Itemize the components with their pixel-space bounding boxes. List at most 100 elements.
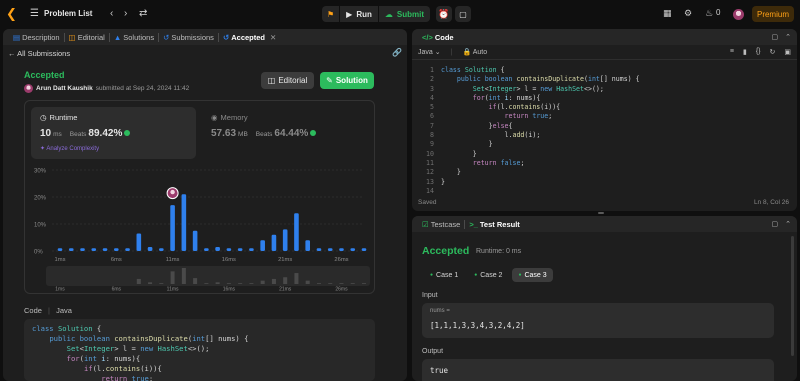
- tab-label: Testcase: [430, 219, 461, 229]
- analyze-complexity-link[interactable]: ✦ Analyze Complexity: [40, 145, 99, 152]
- run-button[interactable]: ▶ Run: [340, 6, 378, 22]
- code-lang: Java: [56, 306, 72, 315]
- y-tick-label: 30%: [34, 169, 47, 175]
- mini-bar: [249, 283, 254, 284]
- editorial-label: Editorial: [278, 76, 308, 85]
- notes-button[interactable]: ▢: [455, 6, 471, 22]
- shuffle-icon[interactable]: ⇄: [139, 8, 147, 20]
- terminal-icon: >_: [469, 219, 478, 229]
- output-box: true: [422, 359, 774, 381]
- mini-bar: [193, 278, 198, 284]
- chevron-right-icon[interactable]: ›: [124, 8, 127, 20]
- layout-grid-icon[interactable]: ▦: [663, 8, 672, 19]
- close-icon[interactable]: ✕: [270, 33, 276, 42]
- language-label: Java: [418, 49, 433, 56]
- bookmark-icon[interactable]: ▮: [743, 48, 747, 56]
- chart-bar: [339, 248, 344, 251]
- tab-solutions[interactable]: ▲ Solutions: [110, 29, 158, 45]
- mini-bar: [238, 283, 243, 284]
- marker-avatar-face: [170, 189, 175, 195]
- tab-testcase[interactable]: ☑ Testcase: [418, 216, 464, 232]
- list-icon[interactable]: ☰: [30, 8, 39, 20]
- run-label: Run: [356, 9, 372, 19]
- bug-icon: ⚑: [327, 9, 335, 19]
- leetcode-logo[interactable]: ❮: [6, 7, 18, 21]
- runtime-label-row: ◷ Runtime: [40, 113, 77, 122]
- chart-bar: [361, 248, 367, 251]
- gear-icon[interactable]: ⚙: [684, 8, 692, 19]
- memory-value: 57.63: [211, 128, 237, 139]
- timer-button[interactable]: ⏰: [436, 6, 452, 22]
- scrollbar[interactable]: [791, 236, 794, 356]
- mini-bar: [260, 280, 265, 284]
- memory-value-row: 57.63 MB Beats 64.44%: [211, 128, 317, 139]
- edit-icon: ✎: [326, 76, 333, 85]
- maximize-icon[interactable]: ▢: [772, 220, 779, 228]
- streak-count: 0: [716, 8, 721, 17]
- link-icon[interactable]: 🔗: [392, 48, 402, 57]
- user-avatar[interactable]: [733, 9, 744, 20]
- code-editor-text[interactable]: class Solution { public boolean contains…: [441, 66, 640, 187]
- run-submit-group: ⚑ ▶ Run ☁ Submit: [322, 6, 430, 22]
- case-tab-3[interactable]: ● Case 3: [512, 268, 553, 282]
- language-select[interactable]: Java ⌄: [418, 48, 441, 56]
- mini-chart-background: [46, 266, 370, 286]
- all-submissions-link[interactable]: ← All Submissions: [8, 49, 70, 58]
- history-icon: ↺: [222, 32, 230, 42]
- case-tab-2[interactable]: ● Case 2: [468, 268, 508, 282]
- mini-x-tick-label: 16ms: [223, 287, 236, 293]
- author-name[interactable]: Arun Datt Kaushik: [36, 85, 93, 92]
- submit-button[interactable]: ☁ Submit: [379, 6, 430, 22]
- submitted-time: submitted at Sep 24, 2024 11:42: [95, 85, 190, 92]
- submit-label: Submit: [396, 9, 424, 19]
- tab-code[interactable]: </> Code: [418, 29, 458, 45]
- chart-bar: [226, 248, 232, 251]
- editorial-button[interactable]: ◫ Editorial: [261, 72, 314, 89]
- auto-mode-toggle[interactable]: 🔒 Auto: [462, 48, 487, 56]
- note-icon: ▢: [459, 9, 467, 19]
- tab-submissions[interactable]: ↺ Submissions: [159, 29, 218, 45]
- mini-bar: [271, 278, 276, 284]
- runtime-distribution-chart[interactable]: 30% 20% 10% 0% 1ms 6ms 11ms 16ms 21ms 26ms 1ms 6ms 1…: [28, 164, 372, 292]
- fire-icon[interactable]: ♨: [705, 8, 713, 19]
- chevron-up-icon[interactable]: ⌃: [785, 220, 791, 228]
- format-icon[interactable]: ≡: [730, 48, 734, 56]
- clock-icon: ◷: [40, 113, 47, 122]
- output-value: true: [430, 366, 449, 375]
- mini-x-tick-label: 26ms: [335, 287, 348, 293]
- panel-resize-handle[interactable]: [598, 212, 604, 214]
- chevron-up-icon[interactable]: ⌃: [785, 33, 791, 41]
- chart-bar: [237, 248, 243, 251]
- problem-list-title[interactable]: Problem List: [44, 9, 92, 18]
- tab-test-result[interactable]: >_ Test Result: [465, 216, 523, 232]
- arrow-left-icon: ←: [8, 49, 16, 58]
- premium-button[interactable]: Premium: [752, 6, 794, 22]
- chart-bar: [271, 234, 277, 251]
- reset-icon[interactable]: ↻: [770, 48, 776, 56]
- maximize-icon[interactable]: ▢: [772, 33, 779, 41]
- mini-bar: [305, 280, 310, 284]
- tab-label: Submissions: [171, 32, 214, 42]
- tab-editorial[interactable]: ◫ Editorial: [65, 29, 109, 45]
- braces-icon[interactable]: {}: [756, 48, 761, 56]
- tab-description[interactable]: ▤ Description: [9, 29, 64, 45]
- memory-label-row[interactable]: ◉ Memory: [211, 113, 248, 122]
- author-avatar[interactable]: [24, 84, 33, 93]
- mini-bar: [283, 277, 288, 284]
- debug-button[interactable]: ⚑: [322, 6, 339, 22]
- fullscreen-icon[interactable]: ▣: [784, 48, 791, 56]
- editor-tab-bar: </> Code: [412, 29, 797, 45]
- history-icon: ↺: [163, 32, 170, 42]
- runtime-beats-label: Beats: [69, 131, 87, 138]
- solution-label: Solution: [335, 76, 368, 85]
- tab-label: Solutions: [123, 32, 155, 42]
- mini-bar: [215, 282, 220, 284]
- book-icon: ◫: [267, 76, 276, 85]
- chevron-left-icon[interactable]: ‹: [110, 8, 113, 20]
- solution-button[interactable]: ✎ Solution: [320, 72, 374, 89]
- runtime-unit: ms: [53, 131, 62, 138]
- chart-bar: [57, 248, 63, 251]
- chart-bar: [91, 248, 97, 251]
- case-tab-1[interactable]: ● Case 1: [424, 268, 464, 282]
- tab-accepted[interactable]: ↺ Accepted ✕: [219, 29, 280, 45]
